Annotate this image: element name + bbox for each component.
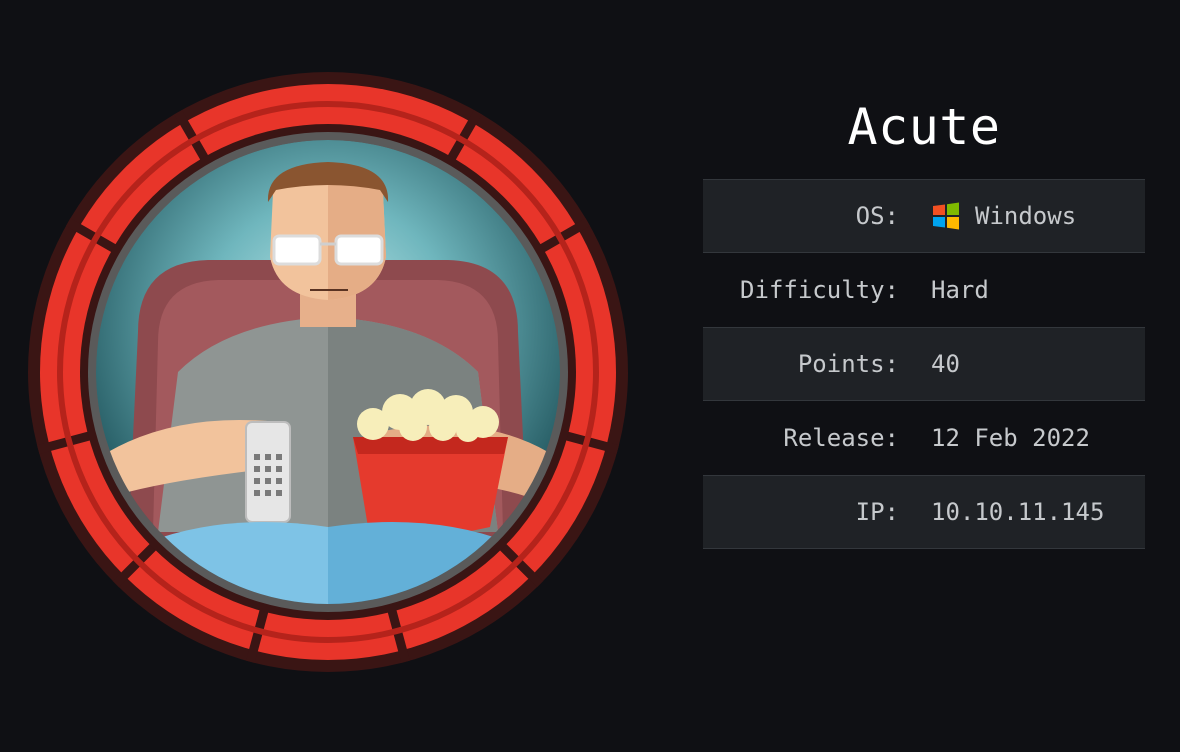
ip-value: 10.10.11.145: [931, 498, 1105, 526]
info-row-release: Release: 12 Feb 2022: [703, 401, 1145, 475]
points-label: Points:: [797, 350, 899, 378]
release-label: Release:: [783, 424, 899, 452]
os-value-wrap: Windows: [931, 201, 1145, 231]
points-value: 40: [931, 350, 960, 378]
machine-avatar: [28, 72, 628, 672]
machine-info-card: Acute OS: Windows Difficulty: Hard Point…: [0, 0, 1180, 752]
info-row-points: Points: 40: [703, 327, 1145, 401]
release-value: 12 Feb 2022: [931, 424, 1090, 452]
ip-label: IP:: [855, 498, 899, 526]
os-label: OS:: [855, 202, 899, 230]
machine-info-table: OS: Windows Difficulty: Hard Points: 40 …: [703, 179, 1145, 549]
info-row-difficulty: Difficulty: Hard: [703, 253, 1145, 327]
difficulty-value: Hard: [931, 276, 989, 304]
info-row-ip: IP: 10.10.11.145: [703, 475, 1145, 549]
os-value: Windows: [975, 202, 1077, 230]
avatar-illustration: [28, 72, 628, 672]
difficulty-label: Difficulty:: [740, 276, 899, 304]
machine-name: Acute: [847, 98, 1001, 156]
windows-logo-icon: [933, 202, 959, 230]
info-row-os: OS: Windows: [703, 179, 1145, 253]
